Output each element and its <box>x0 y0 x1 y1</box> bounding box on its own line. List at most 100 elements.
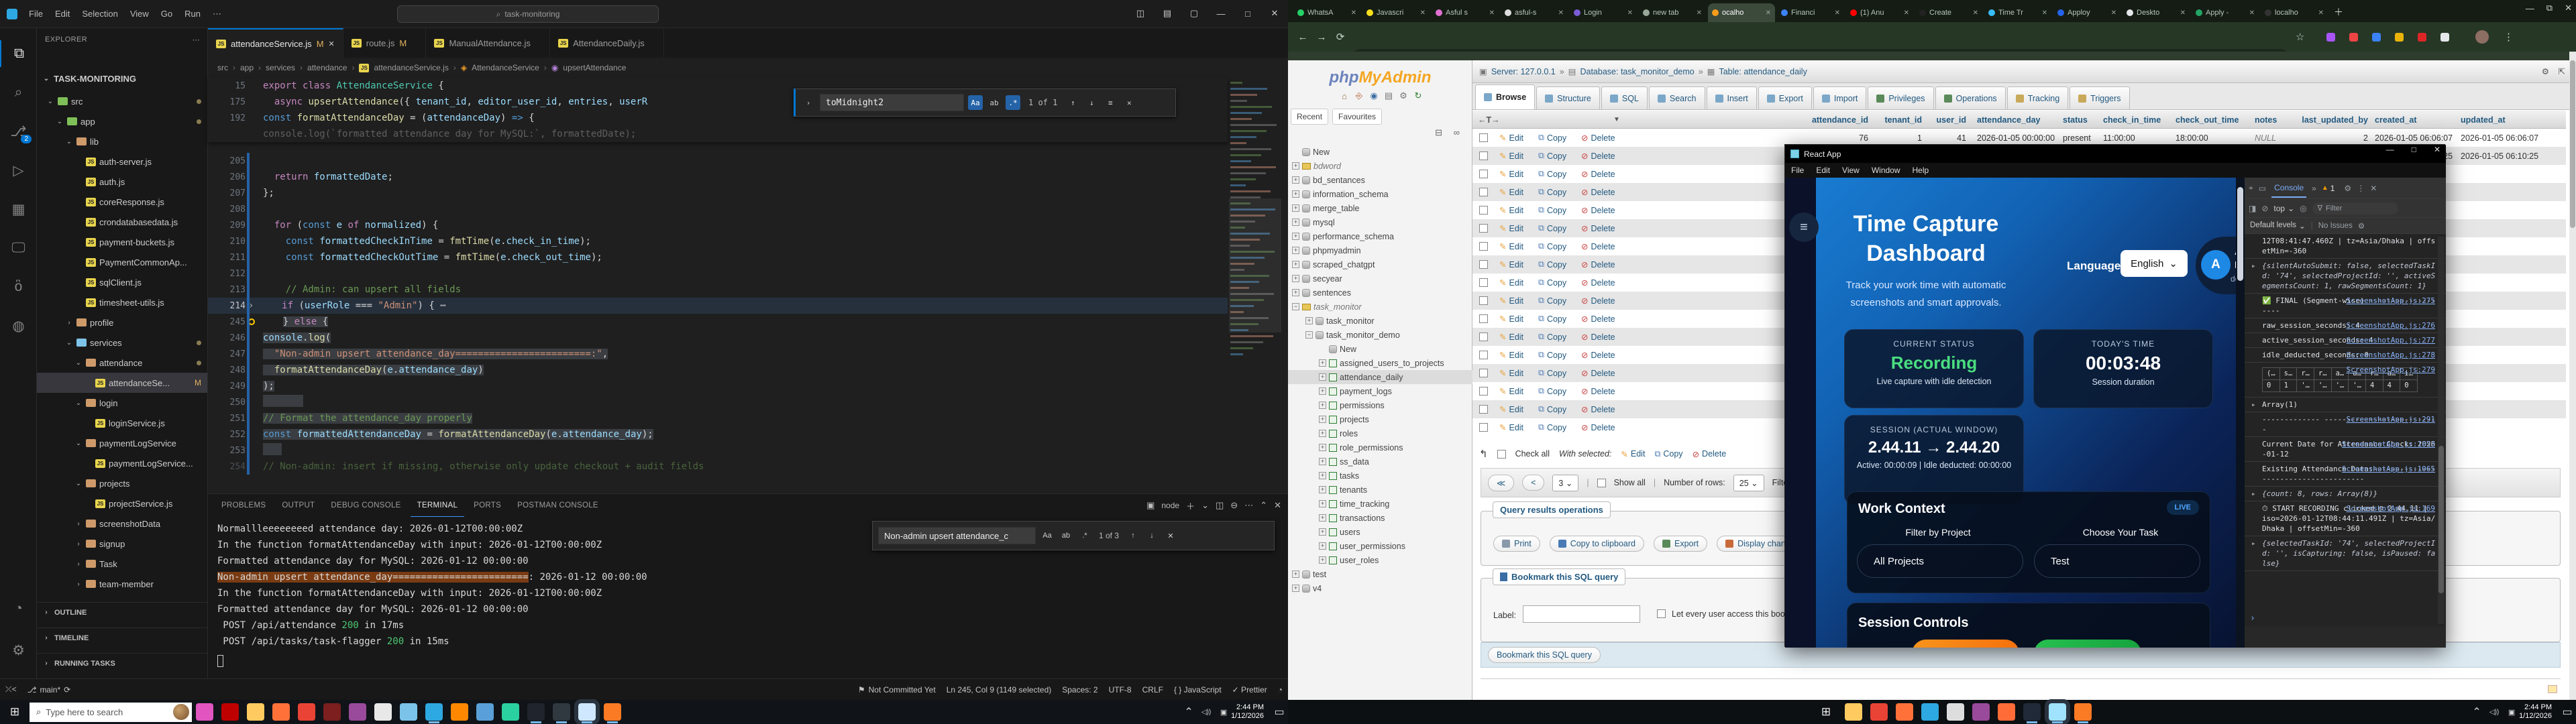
devtools-settings-icon[interactable]: ⚙ <box>2344 184 2351 193</box>
panel-tab-problems[interactable]: PROBLEMS <box>215 494 272 517</box>
tree-item-services[interactable]: ⌄services <box>37 333 208 353</box>
browser-tab-Login[interactable]: Login✕ <box>1570 3 1637 22</box>
page-select[interactable]: 3 ⌄ <box>1552 475 1578 491</box>
source-link[interactable]: ScreenshotApp.js:276 <box>2347 320 2435 330</box>
clear-console-icon[interactable]: ⊘ <box>2261 204 2268 213</box>
prev-match-icon[interactable]: ↑ <box>1065 95 1080 110</box>
column-header-tenant_id[interactable]: tenant_id <box>1875 111 1922 129</box>
taskbar-app-slack[interactable] <box>1972 703 1990 721</box>
status-item-3[interactable]: UTF-8 <box>1104 679 1137 701</box>
taskbar-clock[interactable]: 2:44 PM1/12/2026 <box>2519 703 2559 721</box>
maximize-button[interactable]: □ <box>2412 145 2416 154</box>
pma-tab-privileges[interactable]: Privileges <box>1868 86 1933 109</box>
expand-arrow-icon[interactable]: ▸ <box>2251 489 2256 499</box>
pma-tab-triggers[interactable]: Triggers <box>2070 86 2129 109</box>
exit-icon[interactable]: ⎆ <box>1353 90 1365 102</box>
tree-item-projectservice-js[interactable]: JSprojectService.js <box>37 493 208 514</box>
db-tree-item-New[interactable]: New <box>1288 342 1472 356</box>
taskbar-app-blender-app[interactable] <box>476 703 494 721</box>
expand-arrow-icon[interactable]: ▸ <box>2251 261 2256 271</box>
delete-link[interactable]: ⊘Delete <box>1581 129 1619 147</box>
status-item-6[interactable]: ✓ Prettier <box>1227 679 1273 701</box>
account-icon[interactable]: ◔ <box>0 595 37 622</box>
expand-toggle-icon[interactable]: + <box>1305 317 1313 324</box>
db-tree-item-v4[interactable]: +v4 <box>1288 581 1472 595</box>
next-match-icon[interactable]: ↓ <box>1084 95 1099 110</box>
copy-link[interactable]: ⧉Copy <box>1538 183 1576 201</box>
log-levels-select[interactable]: Default levels⌄ <box>2250 221 2306 231</box>
row-checkbox[interactable] <box>1479 188 1488 196</box>
editor-find-widget[interactable]: ›toMidnight2Aaab.*1 of 1↑↓≡✕ <box>794 88 1176 117</box>
settings-gear-icon[interactable]: ⚙ <box>0 637 37 664</box>
db-tree-item-merge-table[interactable]: +merge_table <box>1288 201 1472 215</box>
expand-toggle-icon[interactable]: + <box>1292 585 1299 592</box>
expand-toggle-icon[interactable]: + <box>1319 359 1326 367</box>
status-item-1[interactable]: Ln 245, Col 9 (1149 selected) <box>941 679 1057 701</box>
page-settings-icon[interactable]: ⚙ <box>2542 66 2549 76</box>
maximize-panel-icon[interactable]: ⌃ <box>1260 500 1267 511</box>
tab-AttendanceDaily.js[interactable]: JSAttendanceDaily.js✕ <box>550 28 664 58</box>
browser-tab-localho[interactable]: localho✕ <box>2261 3 2328 22</box>
copy-link[interactable]: ⧉Copy <box>1538 400 1576 418</box>
tab-close-icon[interactable]: ✕ <box>1351 9 1356 17</box>
tab-close-icon[interactable]: ✕ <box>1627 9 1633 17</box>
tab-console[interactable]: Console <box>2271 179 2306 198</box>
column-header-attendance_day[interactable]: attendance_day <box>1977 111 2061 129</box>
menu-go[interactable]: Go <box>155 9 178 19</box>
prev-page-button[interactable]: < <box>1522 475 1544 491</box>
delete-link[interactable]: ⊘Delete <box>1581 310 1619 328</box>
taskbar-app-slack[interactable] <box>349 703 366 721</box>
run-debug-icon[interactable]: ▷ <box>0 157 37 184</box>
browser-tab-WhatsA[interactable]: WhatsA✕ <box>1293 3 1360 22</box>
taskbar-app-xampp[interactable] <box>604 703 621 721</box>
back-icon[interactable]: ← <box>1293 32 1312 43</box>
rows-select[interactable]: 25 ⌄ <box>1733 475 1764 491</box>
close-panel-icon[interactable]: ✕ <box>1274 500 1281 511</box>
console-sidebar-icon[interactable]: ◨ <box>2249 204 2256 213</box>
column-header-status[interactable]: status <box>2063 111 2100 129</box>
tab-close-icon[interactable]: ✕ <box>411 39 417 48</box>
edit-link[interactable]: ✎Edit <box>1499 237 1537 255</box>
layout-panel-icon[interactable]: ◫ <box>1127 3 1154 23</box>
db-tree-item-tasks[interactable]: +tasks <box>1288 469 1472 483</box>
expand-toggle-icon[interactable]: + <box>1292 233 1299 240</box>
tree-item-src[interactable]: ⌄src <box>37 91 208 111</box>
regex-button[interactable]: .* <box>1006 95 1020 110</box>
more-actions-icon[interactable]: ⋯ <box>193 36 200 44</box>
delete-link[interactable]: ⊘Delete <box>1581 400 1619 418</box>
more-tabs-icon[interactable]: » <box>2312 184 2316 193</box>
network-icon[interactable]: ▣ <box>1216 708 1231 717</box>
row-checkbox[interactable] <box>1479 405 1488 414</box>
copy-link[interactable]: ⧉Copy <box>1538 418 1576 436</box>
row-checkbox[interactable] <box>1479 278 1488 287</box>
expand-toggle-icon[interactable]: + <box>1292 247 1299 254</box>
delete-link[interactable]: ⊘Delete <box>1581 292 1619 310</box>
start-button[interactable]: ⊞ <box>1811 705 1841 719</box>
find-input[interactable]: toMidnight2 <box>820 94 964 111</box>
column-header-check_out_time[interactable]: check_out_time <box>2176 111 2249 129</box>
react-app-scrollbar-thumb[interactable] <box>2237 187 2243 281</box>
column-header-check_in_time[interactable]: check_in_time <box>2103 111 2170 129</box>
more-actions-icon[interactable]: ⋯ <box>1244 500 1253 511</box>
tree-item-task[interactable]: ›Task <box>37 554 208 574</box>
show-all-label[interactable]: Show all <box>1614 478 1646 487</box>
menu-file[interactable]: File <box>1785 166 1810 175</box>
row-checkbox[interactable] <box>1479 133 1488 142</box>
tab-close-icon[interactable]: ✕ <box>2042 9 2047 17</box>
expand-toggle-icon[interactable]: + <box>1292 570 1299 578</box>
menu-view[interactable]: View <box>124 9 155 19</box>
inspect-element-icon[interactable]: ⌖ <box>2249 183 2253 193</box>
expand-icon[interactable]: ⇱ <box>2559 66 2565 76</box>
taskbar-app-file-explorer[interactable] <box>1845 703 1862 721</box>
expand-toggle-icon[interactable]: − <box>1292 303 1299 310</box>
row-checkbox[interactable] <box>1479 206 1488 215</box>
react-app-scrollbar[interactable] <box>2236 178 2245 648</box>
delete-link[interactable]: ⊘Delete <box>1581 274 1619 292</box>
pma-tab-insert[interactable]: Insert <box>1707 86 1757 109</box>
delete-link[interactable]: ⊘Delete <box>1581 418 1619 436</box>
expand-toggle-icon[interactable]: + <box>1319 514 1326 522</box>
minimize-button[interactable]: — <box>2526 3 2534 13</box>
edit-link[interactable]: ✎Edit <box>1499 292 1537 310</box>
delete-link[interactable]: ⊘Delete <box>1581 328 1619 346</box>
column-header-updated_at[interactable]: updated_at <box>2461 111 2548 129</box>
